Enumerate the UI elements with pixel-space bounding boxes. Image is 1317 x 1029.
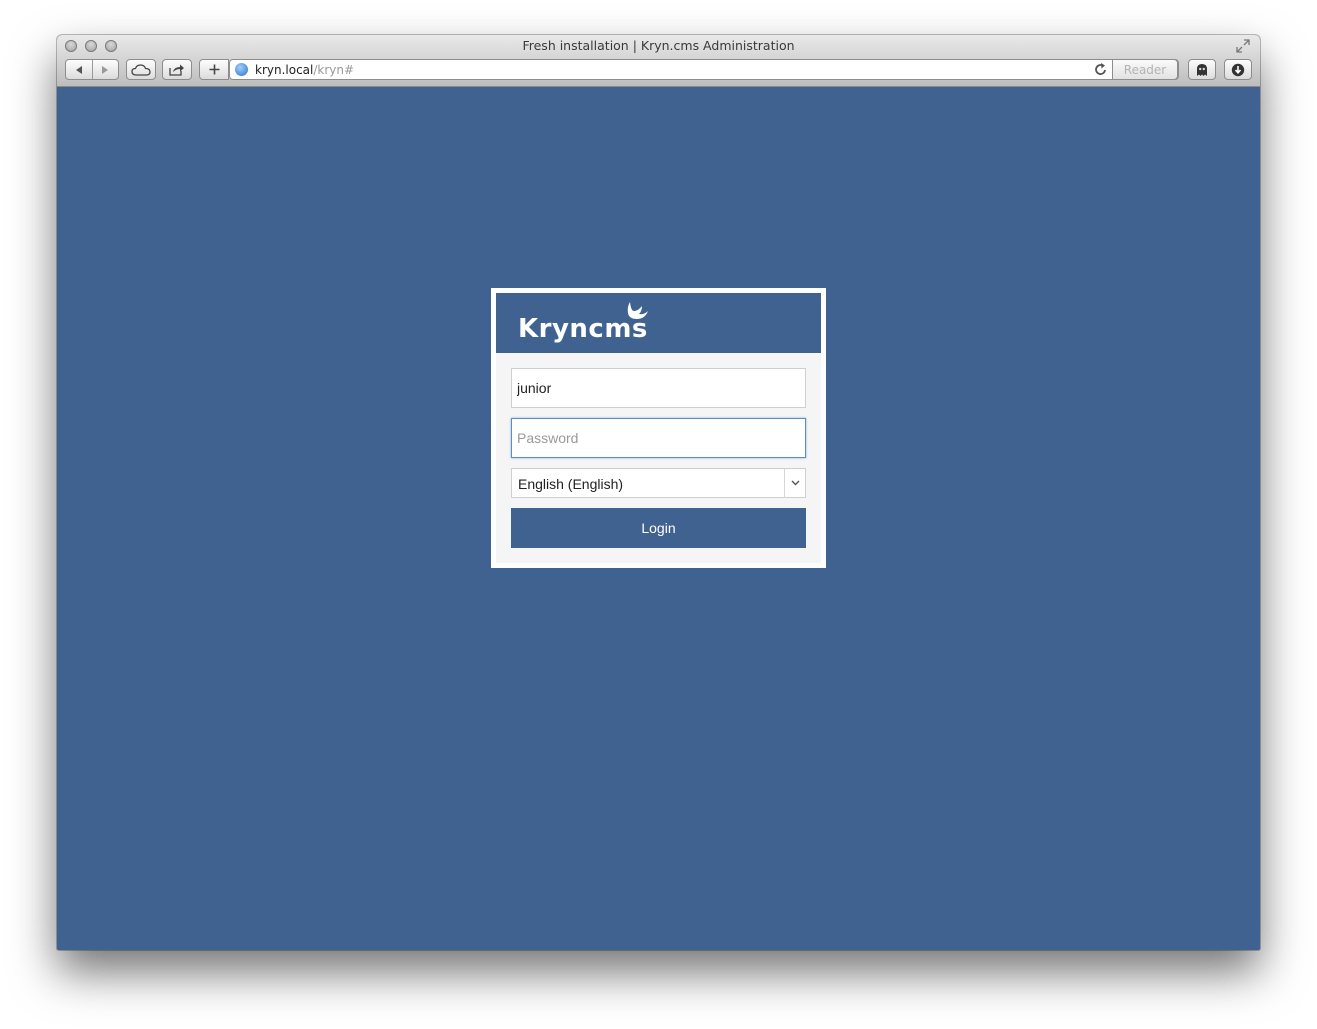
login-dialog: Kryncms English (English) Login <box>491 288 826 568</box>
login-panel: Kryncms English (English) Login <box>496 293 821 563</box>
url-text: kryn.local/kryn# <box>255 63 354 77</box>
username-input[interactable] <box>511 368 806 408</box>
share-icon <box>169 64 184 76</box>
url-path: /kryn# <box>313 63 355 77</box>
extension-button[interactable] <box>1188 59 1216 80</box>
share-button[interactable] <box>162 59 192 80</box>
language-select[interactable]: English (English) <box>511 468 806 498</box>
window-title: Fresh installation | Kryn.cms Administra… <box>522 38 795 53</box>
kryn-bird-logo-icon <box>627 302 648 319</box>
reload-icon[interactable] <box>1094 62 1108 77</box>
page-content: Kryncms English (English) Login <box>57 87 1260 950</box>
select-arrow <box>784 469 805 497</box>
back-arrow-icon <box>75 65 82 74</box>
ghostery-icon <box>1197 63 1207 76</box>
browser-titlebar: Fresh installation | Kryn.cms Administra… <box>57 35 1260 87</box>
password-input[interactable] <box>511 418 806 458</box>
language-selected-value: English (English) <box>518 476 624 492</box>
back-forward-group <box>65 59 119 80</box>
address-bar[interactable]: kryn.local/kryn# Reader <box>229 59 1179 80</box>
fullscreen-icon[interactable] <box>1236 39 1250 53</box>
url-host: kryn.local <box>255 63 314 77</box>
reader-button[interactable]: Reader <box>1112 59 1178 80</box>
chevron-down-icon <box>791 480 799 486</box>
browser-window: Fresh installation | Kryn.cms Administra… <box>57 35 1260 950</box>
back-button[interactable] <box>66 60 92 79</box>
login-button[interactable]: Login <box>511 508 806 548</box>
globe-icon <box>235 63 248 76</box>
forward-button[interactable] <box>93 60 119 79</box>
download-icon <box>1231 63 1245 76</box>
plus-icon <box>209 64 219 75</box>
icloud-tabs-button[interactable] <box>126 59 156 80</box>
forward-arrow-icon <box>102 65 109 74</box>
logo-header: Kryncms <box>496 293 821 353</box>
new-tab-button[interactable] <box>199 59 229 80</box>
cloud-icon <box>131 63 151 76</box>
downloads-button[interactable] <box>1224 59 1252 80</box>
